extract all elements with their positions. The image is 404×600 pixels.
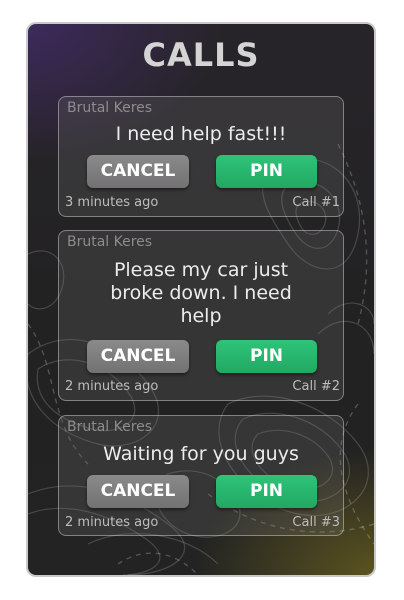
call-timestamp: 2 minutes ago [65, 379, 159, 394]
call-message: I need help fast!!! [115, 123, 287, 145]
call-timestamp: 3 minutes ago [65, 195, 159, 210]
cancel-button[interactable]: CANCEL [87, 475, 189, 508]
pin-button[interactable]: PIN [216, 340, 317, 373]
page-title: CALLS [142, 36, 260, 74]
pin-button[interactable]: PIN [216, 155, 317, 188]
pin-button[interactable]: PIN [216, 475, 317, 508]
call-message: Please my car just broke down. I need he… [110, 259, 292, 327]
call-card-1: Brutal Keres I need help fast!!! CANCEL … [58, 96, 344, 217]
call-card-2: Brutal Keres Please my car just broke do… [58, 230, 344, 401]
call-timestamp: 2 minutes ago [65, 515, 159, 530]
call-card-3: Brutal Keres Waiting for you guys CANCEL… [58, 415, 344, 536]
caller-name: Brutal Keres [67, 419, 153, 435]
call-number: Call #3 [292, 515, 340, 530]
call-number: Call #2 [292, 379, 340, 394]
cancel-button[interactable]: CANCEL [87, 155, 189, 188]
caller-name: Brutal Keres [67, 234, 153, 250]
call-number: Call #1 [292, 195, 340, 210]
call-message: Waiting for you guys [103, 443, 299, 465]
caller-name: Brutal Keres [67, 100, 153, 116]
cancel-button[interactable]: CANCEL [87, 340, 189, 373]
calls-panel: CALLS Brutal Keres I need help fast!!! C… [26, 22, 376, 577]
